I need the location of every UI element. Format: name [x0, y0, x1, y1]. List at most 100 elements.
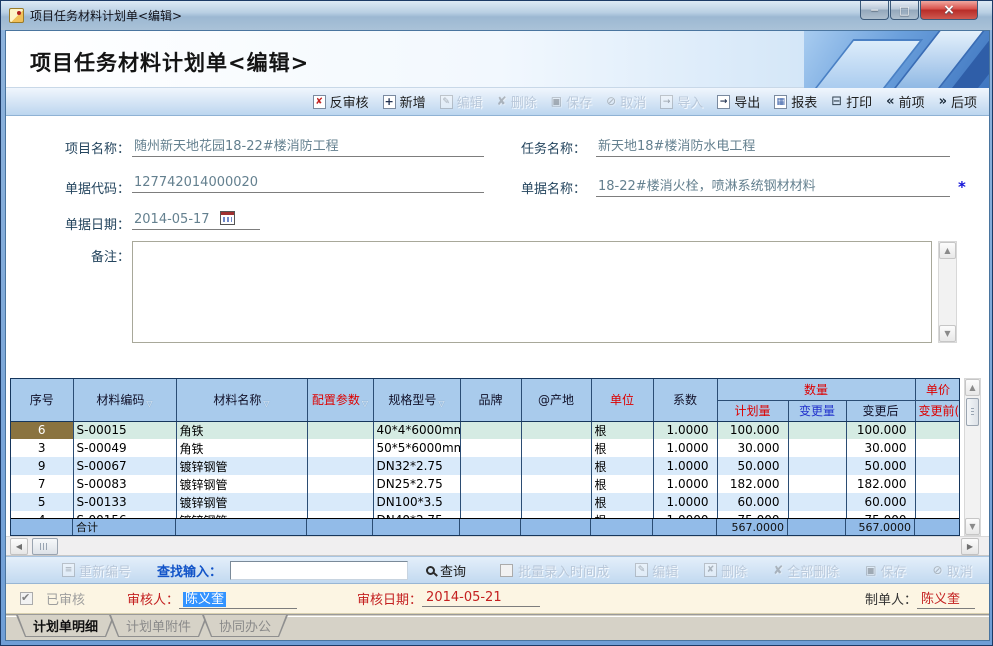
find-input[interactable] — [230, 561, 408, 580]
取消-button[interactable]: 取消 — [606, 92, 646, 111]
tab-计划单附件[interactable]: 计划单附件 — [109, 615, 208, 637]
remark-textarea[interactable] — [132, 241, 932, 343]
cell-origin[interactable] — [521, 475, 591, 493]
打印-button[interactable]: 打印 — [831, 92, 872, 111]
col-group-qty[interactable]: 数量 — [717, 379, 915, 400]
cell-after[interactable]: 100.000 — [846, 421, 915, 439]
cell-seq[interactable]: 3 — [11, 439, 73, 457]
hscrollbar-thumb[interactable] — [32, 538, 58, 555]
col-header-coeff[interactable]: 系数 — [653, 379, 717, 421]
batch-entry-checkbox[interactable]: 批量录入时间成 — [500, 561, 609, 580]
cell-change[interactable] — [788, 439, 846, 457]
cell-before[interactable] — [915, 421, 960, 439]
cell-before[interactable] — [915, 439, 960, 457]
sort-icon[interactable]: ▽ — [146, 399, 152, 408]
cell-origin[interactable] — [521, 493, 591, 511]
cell-code[interactable]: S-00049 — [73, 439, 176, 457]
maximize-button[interactable]: □ — [890, 1, 919, 20]
calendar-icon[interactable] — [220, 211, 235, 225]
cell-name[interactable]: 镀锌钢管 — [176, 457, 307, 475]
cell-origin[interactable] — [521, 457, 591, 475]
cell-name[interactable]: 角铁 — [176, 439, 307, 457]
cell-plan[interactable]: 100.000 — [717, 421, 788, 439]
反审核-button[interactable]: 反审核 — [313, 92, 369, 111]
cell-seq[interactable]: 9 — [11, 457, 73, 475]
cell-plan[interactable]: 182.000 — [717, 475, 788, 493]
cell-brand[interactable] — [460, 457, 521, 475]
cell-unit[interactable]: 根 — [591, 421, 653, 439]
doc-code-field[interactable]: 127742014000020 — [132, 175, 484, 193]
cell-change[interactable] — [788, 493, 846, 511]
col-header-brand[interactable]: 品牌 — [460, 379, 521, 421]
cell-change[interactable] — [788, 457, 846, 475]
cell-change[interactable] — [788, 475, 846, 493]
cell-param[interactable] — [307, 421, 373, 439]
cell-brand[interactable] — [460, 475, 521, 493]
col-header-code[interactable]: 材料编码▽ — [73, 379, 176, 421]
删除-button[interactable]: 删除 — [704, 561, 747, 580]
编辑-button[interactable]: 编辑 — [635, 561, 678, 580]
取消-button[interactable]: 取消 — [933, 561, 973, 580]
删除-button[interactable]: 删除 — [497, 92, 537, 111]
cell-param[interactable] — [307, 493, 373, 511]
保存-button[interactable]: 保存 — [865, 561, 906, 580]
cell-spec[interactable]: 40*4*6000mm — [373, 421, 460, 439]
cell-origin[interactable] — [521, 421, 591, 439]
col-header-spec[interactable]: 规格型号▽ — [373, 379, 460, 421]
编辑-button[interactable]: 编辑 — [440, 92, 483, 111]
cell-name[interactable]: 镀锌钢管 — [176, 475, 307, 493]
前项-button[interactable]: 前项 — [886, 92, 924, 111]
audit-date-field[interactable]: 2014-05-21 — [422, 590, 540, 607]
cell-spec[interactable]: DN100*3.5 — [373, 493, 460, 511]
table-row[interactable]: 3S-00049角铁50*5*6000mm根1.000030.00030.000 — [11, 439, 960, 457]
remark-scrollbar[interactable]: ▲ ▼ — [938, 241, 957, 343]
col-group-price[interactable]: 单价 — [915, 379, 960, 400]
col-header-origin[interactable]: @产地 — [521, 379, 591, 421]
scroll-down-icon[interactable]: ▼ — [965, 518, 980, 535]
cell-param[interactable] — [307, 457, 373, 475]
scroll-right-icon[interactable]: ▶ — [961, 538, 979, 555]
cell-code[interactable]: S-00133 — [73, 493, 176, 511]
doc-date-field[interactable]: 2014-05-17 — [132, 211, 260, 230]
tab-协同办公[interactable]: 协同办公 — [202, 615, 288, 637]
cell-name[interactable]: 角铁 — [176, 421, 307, 439]
cell-param[interactable] — [307, 439, 373, 457]
cell-after[interactable]: 50.000 — [846, 457, 915, 475]
cell-before[interactable] — [915, 475, 960, 493]
title-bar[interactable]: 项目任务材料计划单<编辑> ─ □ × — [1, 1, 992, 30]
cell-coeff[interactable]: 1.0000 — [653, 475, 717, 493]
cell-brand[interactable] — [460, 493, 521, 511]
cell-code[interactable]: S-00083 — [73, 475, 176, 493]
close-button[interactable]: × — [920, 1, 978, 20]
sort-icon[interactable]: ▽ — [438, 399, 444, 408]
sort-icon[interactable]: ▽ — [362, 399, 368, 408]
cell-after[interactable]: 60.000 — [846, 493, 915, 511]
audited-checkbox[interactable] — [20, 592, 33, 605]
table-row[interactable]: 6S-00015角铁40*4*6000mm根1.0000100.000100.0… — [11, 421, 960, 439]
project-name-field[interactable]: 随州新天地花园18-22#楼消防工程 — [132, 135, 484, 157]
renumber-button[interactable]: 重新编号 — [62, 561, 131, 580]
cell-name[interactable]: 镀锌钢管 — [176, 493, 307, 511]
cell-coeff[interactable]: 1.0000 — [653, 457, 717, 475]
cell-unit[interactable]: 根 — [591, 493, 653, 511]
cell-param[interactable] — [307, 475, 373, 493]
task-name-field[interactable]: 新天地18#楼消防水电工程 — [596, 135, 950, 157]
cell-plan[interactable]: 30.000 — [717, 439, 788, 457]
col-header-plan[interactable]: 计划量 — [717, 400, 788, 421]
cell-seq[interactable]: 6 — [11, 421, 73, 439]
col-header-after[interactable]: 变更后 — [846, 400, 915, 421]
cell-coeff[interactable]: 1.0000 — [653, 439, 717, 457]
minimize-button[interactable]: ─ — [860, 1, 889, 20]
cell-seq[interactable]: 7 — [11, 475, 73, 493]
cell-seq[interactable]: 5 — [11, 493, 73, 511]
table-hscrollbar[interactable]: ◀ ▶ — [6, 536, 989, 556]
cell-after[interactable]: 182.000 — [846, 475, 915, 493]
scroll-up-icon[interactable]: ▲ — [965, 379, 980, 396]
table-scrollbar[interactable]: ▲ ▼ — [964, 378, 981, 536]
cell-origin[interactable] — [521, 439, 591, 457]
导出-button[interactable]: 导出 — [717, 92, 760, 111]
cell-before[interactable] — [915, 457, 960, 475]
cell-spec[interactable]: DN32*2.75 — [373, 457, 460, 475]
maker-field[interactable]: 陈义奎 — [917, 588, 975, 609]
col-header-name[interactable]: 材料名称▽ — [176, 379, 307, 421]
